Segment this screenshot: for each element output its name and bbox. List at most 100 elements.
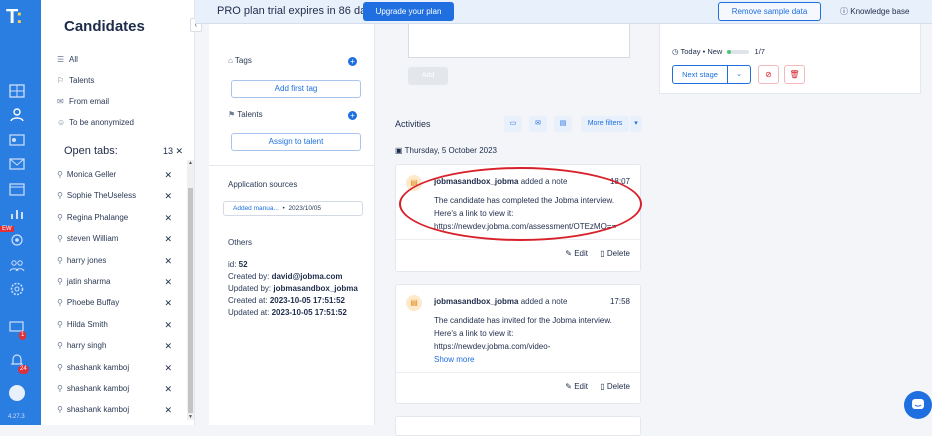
reject-icon[interactable]: ⊘ (758, 65, 779, 84)
remove-sample-data-button[interactable]: Remove sample data (718, 2, 821, 21)
person-icon: ⚲ (57, 234, 63, 244)
video-filter-icon[interactable]: ▭ (504, 116, 522, 132)
filter-from-email[interactable]: ✉ From email (57, 97, 109, 106)
open-tab-item[interactable]: ⚲ Phoebe Buffay ✕ (57, 298, 172, 309)
assign-to-talent-button[interactable]: Assign to talent (231, 133, 361, 151)
scrollbar-thumb[interactable] (188, 188, 193, 413)
activity-header: jobmasandbox_jobma added a note (434, 297, 568, 306)
note-textarea[interactable] (408, 24, 630, 58)
knowledge-base-link[interactable]: ⓘ Knowledge base (840, 6, 909, 17)
open-tab-label: Phoebe Buffay (66, 298, 120, 308)
profile-card-icon[interactable] (9, 133, 25, 147)
close-tab-icon[interactable]: ✕ (164, 320, 172, 331)
close-tab-icon[interactable]: ✕ (164, 256, 172, 267)
calendar-icon[interactable] (9, 182, 25, 196)
candidates-icon[interactable] (9, 108, 25, 122)
close-tab-icon[interactable]: ✕ (164, 298, 172, 309)
person-icon: ⚲ (57, 277, 63, 286)
next-stage-button[interactable]: Next stage (672, 65, 728, 84)
open-tab-item[interactable]: ⚲ Sophie TheUseless ✕ (57, 191, 172, 202)
info-line: Created by: david@jobma.com (228, 272, 343, 281)
add-first-tag-button[interactable]: Add first tag (231, 80, 361, 98)
add-talent-plus-icon[interactable]: + (348, 111, 357, 120)
messages-badge: 1 (19, 331, 27, 340)
delete-button[interactable]: ▯ Delete (600, 249, 630, 258)
settings-icon[interactable] (9, 282, 25, 296)
close-all-tabs-icon[interactable]: ✕ (176, 146, 184, 156)
delete-button[interactable]: ▯ Delete (600, 382, 630, 391)
close-tab-icon[interactable]: ✕ (164, 277, 172, 288)
person-icon: ⚲ (57, 212, 63, 222)
edit-button[interactable]: ✎ Edit (565, 249, 588, 258)
open-tab-item[interactable]: ⚲ jatin sharma ✕ (57, 277, 172, 288)
reports-icon[interactable] (9, 207, 25, 221)
more-filters-caret-icon[interactable]: ▾ (630, 116, 642, 132)
open-tab-item[interactable]: ⚲ Regina Phalange ✕ (57, 212, 172, 224)
open-tab-item[interactable]: ⚲ harry jones ✕ (57, 256, 172, 267)
application-sources-label: Application sources (228, 180, 298, 189)
app-rail: T: EW 1 24 4.27.3 (0, 0, 41, 425)
delete-candidate-icon[interactable]: 🗑 (784, 65, 805, 84)
open-tab-item[interactable]: ⚲ steven William ✕ (57, 234, 172, 245)
open-tab-item[interactable]: ⚲ shashank kamboj ✕ (57, 384, 172, 395)
open-tab-label: Hilda Smith (66, 319, 108, 329)
close-tab-icon[interactable]: ✕ (164, 341, 172, 352)
open-tab-item[interactable]: ⚲ shashank kamboj ✕ (57, 363, 172, 374)
user-avatar[interactable] (9, 385, 25, 401)
open-tab-item[interactable]: ⚲ harry singh ✕ (57, 341, 172, 352)
stage-status: ◷ Today • New 1/7 (672, 47, 765, 56)
close-tab-icon[interactable]: ✕ (164, 170, 172, 181)
chat-widget-button[interactable] (904, 391, 932, 419)
notifications-badge: 24 (18, 365, 29, 374)
open-tab-label: shashank kamboj (66, 405, 130, 415)
integrations-icon[interactable] (9, 233, 25, 247)
close-tab-icon[interactable]: ✕ (164, 191, 172, 202)
activity-time: 17:58 (609, 297, 630, 306)
filter-all[interactable]: ☰ All (57, 55, 78, 64)
close-tab-icon[interactable]: ✕ (164, 213, 172, 224)
trash-icon: ▯ (600, 382, 605, 391)
close-tab-icon[interactable]: ✕ (164, 405, 172, 416)
more-filters-button[interactable]: More filters (581, 116, 629, 132)
interview-link[interactable]: https://newdev.jobma.com/video- (434, 340, 612, 353)
upgrade-plan-button[interactable]: Upgrade your plan (363, 2, 454, 21)
filter-to-be-anonymized[interactable]: ☺ To be anonymized (57, 118, 134, 127)
filter-talents[interactable]: ⚐ Talents (57, 76, 94, 85)
open-tab-label: steven William (66, 234, 119, 244)
info-line: id: 52 (228, 260, 248, 269)
anonymize-icon: ☺ (57, 118, 66, 127)
person-icon: ⚲ (57, 298, 63, 308)
tags-label: ⌂ Tags (228, 56, 252, 65)
application-source-chip[interactable]: Added manua... • 2023/10/05 (223, 201, 363, 216)
open-tab-item[interactable]: ⚲ Hilda Smith ✕ (57, 319, 172, 331)
annotation-ellipse (399, 167, 642, 241)
pencil-icon: ✎ (565, 382, 572, 391)
trophy-icon: ⚐ (57, 76, 65, 85)
edit-button[interactable]: ✎ Edit (565, 382, 588, 391)
open-tab-label: jatin sharma (66, 277, 111, 286)
add-note-button[interactable]: Add (408, 67, 448, 85)
email-filter-icon[interactable]: ✉ (529, 116, 547, 132)
document-filter-icon[interactable]: ▤ (554, 116, 572, 132)
close-tab-icon[interactable]: ✕ (164, 384, 172, 395)
close-tab-icon[interactable]: ✕ (164, 363, 172, 374)
mail-icon[interactable] (9, 157, 25, 171)
pencil-icon: ✎ (565, 249, 572, 258)
close-tab-icon[interactable]: ✕ (164, 234, 172, 245)
sidebar-title: Candidates (64, 18, 145, 35)
open-tab-item[interactable]: ⚲ shashank kamboj ✕ (57, 405, 172, 416)
others-label: Others (228, 238, 253, 247)
dashboard-icon[interactable] (9, 84, 25, 98)
app-logo[interactable]: T: (6, 6, 23, 29)
info-line: Created at: 2023-10-05 17:51:52 (228, 296, 345, 305)
add-tag-plus-icon[interactable]: + (348, 57, 357, 66)
team-icon[interactable] (9, 258, 25, 272)
trial-notice: PRO plan trial expires in 86 days (217, 5, 378, 17)
show-more-link[interactable]: Show more (434, 355, 474, 364)
email-icon: ✉ (57, 97, 64, 106)
next-stage-dropdown-icon[interactable]: ⌄ (727, 65, 751, 84)
open-tab-item[interactable]: ⚲ Monica Geller ✕ (57, 170, 172, 181)
sidebar-scrollbar[interactable]: ▲ ▼ (187, 160, 194, 420)
activity-card (395, 416, 641, 436)
calendar-small-icon: ▣ (395, 146, 403, 155)
